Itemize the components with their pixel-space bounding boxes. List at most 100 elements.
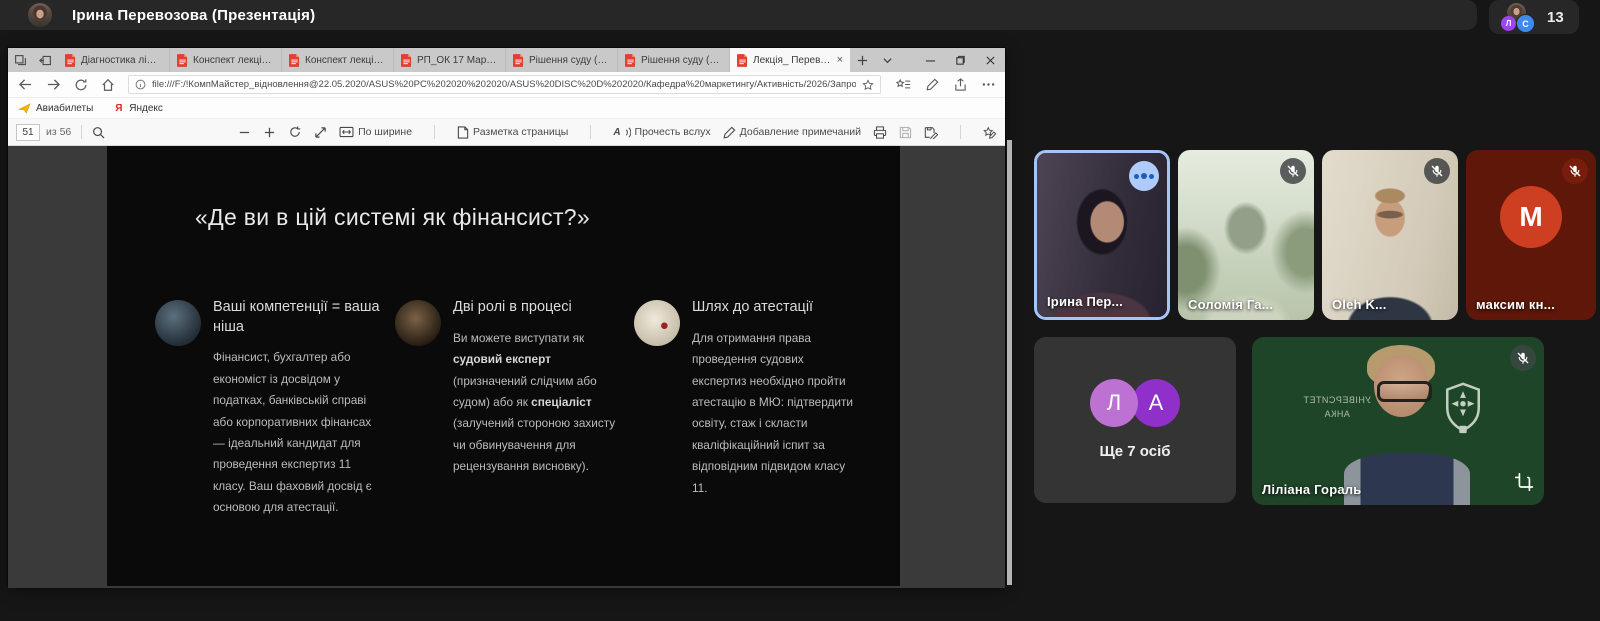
new-tab-button[interactable] xyxy=(850,48,875,72)
tab-title: Конспект лекцій.pdf xyxy=(193,54,274,66)
share-icon[interactable] xyxy=(954,78,967,91)
tab-list-chevron-icon[interactable] xyxy=(875,48,900,72)
home-button[interactable] xyxy=(101,78,115,92)
back-button[interactable] xyxy=(18,78,33,91)
participant-name: максим кн... xyxy=(1476,297,1556,312)
pdf-content-area[interactable]: «Де ви в цій системі як фінансист?» Ваші… xyxy=(8,146,1005,588)
speaking-indicator-icon xyxy=(1129,161,1159,191)
forward-button[interactable] xyxy=(46,78,61,91)
annotate-pen-icon[interactable] xyxy=(926,78,939,91)
favorites-bar-icon[interactable] xyxy=(896,78,911,91)
bookmark-yandex[interactable]: Я Яндекс xyxy=(113,103,163,114)
zoom-in-icon[interactable] xyxy=(263,126,276,139)
tile-more-people[interactable]: Л А Ще 7 осіб xyxy=(1034,337,1236,503)
annotate-label: Добавление примечаний xyxy=(739,126,861,138)
page-info-icon[interactable] xyxy=(135,79,146,90)
letter-avatar: Л xyxy=(1090,379,1138,427)
browser-tab[interactable]: РП_ОК 17 Маркетинг_ xyxy=(394,48,506,72)
search-icon[interactable] xyxy=(92,126,105,139)
rotate-icon[interactable] xyxy=(288,125,302,139)
tab-previews-icon[interactable] xyxy=(8,48,33,72)
shared-screen-edge xyxy=(1007,140,1012,585)
url-text: file:///F:/!КомпМайстер_відновлення@22.0… xyxy=(152,79,856,90)
browser-tab[interactable]: Рішення суду (1).pdf xyxy=(618,48,730,72)
ink-notes-icon[interactable] xyxy=(983,126,997,139)
presenter-name: Ірина Перевозова (Презентація) xyxy=(72,6,316,24)
tile-irina[interactable]: Ірина Пер... xyxy=(1034,150,1170,320)
save-as-icon[interactable] xyxy=(924,126,938,139)
bookmark-star-icon[interactable] xyxy=(862,78,874,91)
pdf-view-controls: По ширине Разметка страницы A Прочесть в… xyxy=(238,125,997,139)
pdf-file-icon xyxy=(65,53,76,67)
read-aloud-icon: A xyxy=(613,126,621,138)
letter-avatar: M xyxy=(1500,186,1562,248)
crop-icon[interactable] xyxy=(1514,472,1534,497)
browser-tab-strip: Діагностика лідер_яко Конспект лекцій.pd… xyxy=(8,48,1005,72)
column-heading: Шлях до атестації xyxy=(692,299,814,315)
pdf-file-icon xyxy=(513,53,524,67)
restore-button[interactable] xyxy=(945,48,975,72)
presenter-avatar xyxy=(28,3,52,27)
participant-name: Oleh K... xyxy=(1332,297,1387,312)
avatar: C xyxy=(1516,14,1535,33)
divider xyxy=(960,125,961,139)
read-aloud-button[interactable]: A Прочесть вслух xyxy=(613,126,710,138)
mic-muted-icon xyxy=(1562,158,1588,184)
browser-tab[interactable]: Конспект лекцій.pdf xyxy=(170,48,282,72)
close-window-button[interactable] xyxy=(975,48,1005,72)
mic-muted-icon xyxy=(1510,345,1536,371)
tile-oleh[interactable]: Oleh K... xyxy=(1322,150,1458,320)
annotate-button[interactable]: Добавление примечаний xyxy=(723,126,861,139)
tile-liliana[interactable]: УНІВЕРСИТЕТ АНКА Ліліана Гораль xyxy=(1252,337,1544,505)
pdf-file-icon xyxy=(289,53,300,67)
participant-portrait xyxy=(1377,381,1432,402)
column-body: Ви можете виступати як судовий експерт (… xyxy=(453,330,616,474)
mic-muted-icon xyxy=(1280,158,1306,184)
browser-tab[interactable]: Діагностика лідер_яко xyxy=(58,48,170,72)
save-icon[interactable] xyxy=(899,126,912,139)
browser-tab[interactable]: Конспект лекцій.pdf xyxy=(282,48,394,72)
fit-width-button[interactable]: По ширине xyxy=(339,126,412,138)
fit-width-label: По ширине xyxy=(358,126,413,138)
participant-video: УНІВЕРСИТЕТ АНКА xyxy=(1252,337,1544,505)
pdf-file-icon xyxy=(177,53,188,67)
university-emblem-icon xyxy=(1445,382,1481,434)
yandex-icon: Я xyxy=(115,102,123,114)
tab-title: Діагностика лідер_яко xyxy=(81,54,162,66)
address-bar[interactable]: file:///F:/!КомпМайстер_відновлення@22.0… xyxy=(128,75,881,94)
bookmark-label: Яндекс xyxy=(129,102,163,114)
zoom-out-icon[interactable] xyxy=(238,126,251,139)
close-tab-icon[interactable]: × xyxy=(837,54,843,66)
settings-more-icon[interactable] xyxy=(982,82,995,87)
print-icon[interactable] xyxy=(873,125,887,139)
browser-tab-active[interactable]: Лекція_ Перевозо × xyxy=(730,48,850,72)
participant-name: Ірина Пер... xyxy=(1047,294,1123,309)
overflow-avatars: Л А xyxy=(1034,379,1236,427)
participant-name: Ліліана Гораль xyxy=(1262,482,1362,497)
sound-waves-icon xyxy=(625,127,631,137)
tile-maksym[interactable]: M максим кн... xyxy=(1466,150,1596,320)
navbar-actions xyxy=(896,78,995,91)
page-number-input[interactable]: 51 xyxy=(16,123,40,141)
pdf-file-icon xyxy=(625,53,636,67)
page-count-label: из 56 xyxy=(46,126,72,138)
tab-title: Лекція_ Перевозо xyxy=(753,54,832,66)
refresh-button[interactable] xyxy=(74,78,88,92)
shared-browser-window: Діагностика лідер_яко Конспект лекцій.pd… xyxy=(8,48,1005,588)
page-layout-button[interactable]: Разметка страницы xyxy=(457,125,568,139)
tab-title: РП_ОК 17 Маркетинг_ xyxy=(417,54,498,66)
participant-count: 13 xyxy=(1547,8,1564,26)
bookmark-aviabilety[interactable]: Авиабилеты xyxy=(18,103,93,114)
set-tabs-aside-icon[interactable] xyxy=(33,48,58,72)
presenter-bar: Ірина Перевозова (Презентація) xyxy=(0,0,1477,30)
mic-muted-icon xyxy=(1424,158,1450,184)
tile-solomiia[interactable]: Соломія Га... xyxy=(1178,150,1314,320)
minimize-button[interactable] xyxy=(915,48,945,72)
participants-pill[interactable]: Л C 13 xyxy=(1489,0,1579,34)
browser-tab[interactable]: Рішення суду (1).pdf xyxy=(506,48,618,72)
slide-title: «Де ви в цій системі як фінансист?» xyxy=(195,204,590,230)
fit-page-icon[interactable] xyxy=(314,126,327,139)
column-body: Для отримання права проведення судових е… xyxy=(692,330,853,495)
pdf-file-icon xyxy=(737,53,748,67)
slide-column-competencies: Ваші компетенції = ваша ніша Фінансист, … xyxy=(155,298,381,519)
